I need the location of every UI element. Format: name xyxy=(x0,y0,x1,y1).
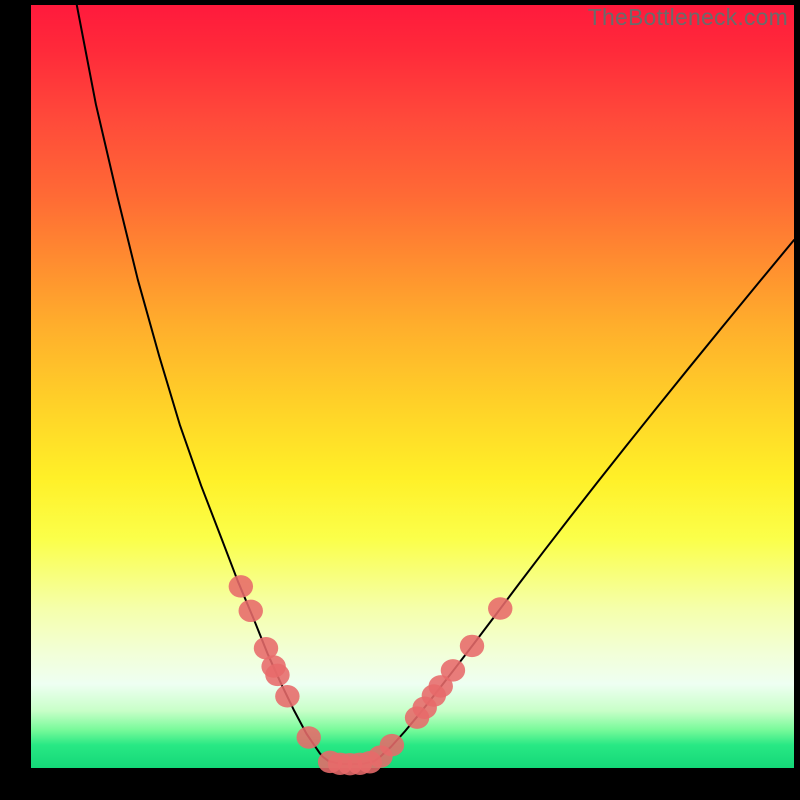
plot-area xyxy=(31,5,794,768)
chart-frame: TheBottleneck.com xyxy=(0,0,800,800)
curve-marker xyxy=(229,575,253,597)
curve-markers xyxy=(229,575,513,775)
curve-marker xyxy=(380,734,404,756)
watermark-text: TheBottleneck.com xyxy=(588,4,788,31)
bottleneck-curve-svg xyxy=(31,5,794,768)
curve-marker xyxy=(441,659,465,681)
curve-marker xyxy=(239,600,263,622)
curve-marker xyxy=(297,726,321,748)
bottleneck-curve xyxy=(77,5,794,764)
curve-marker xyxy=(460,635,484,657)
curve-marker xyxy=(488,597,512,619)
curve-marker xyxy=(275,685,299,707)
curve-marker xyxy=(265,664,289,686)
